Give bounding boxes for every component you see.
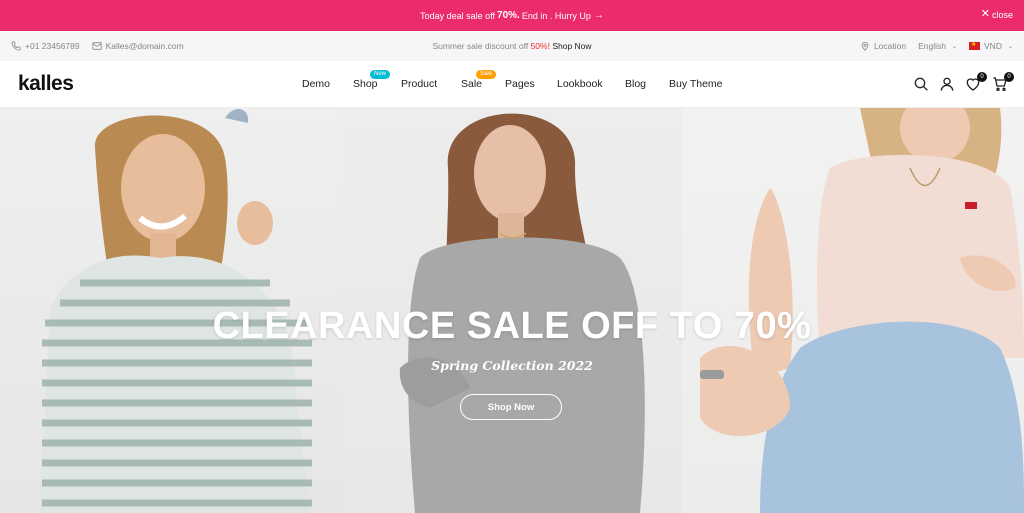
phone-icon bbox=[11, 41, 21, 51]
search-button[interactable] bbox=[913, 76, 929, 92]
hero-title: CLEARANCE SALE OFF TO 70% bbox=[212, 305, 812, 347]
levis-tag bbox=[965, 202, 977, 209]
shop-now-link[interactable]: Shop Now bbox=[552, 41, 591, 51]
mail-icon bbox=[92, 42, 102, 50]
site-header: kalles Demo Shop New Product Sale Sale P… bbox=[0, 61, 1024, 108]
promo-text-end: End in . Hurry Up bbox=[521, 10, 591, 21]
wishlist-count: 0 bbox=[977, 72, 987, 82]
close-label: close bbox=[991, 9, 1013, 20]
nav-item-shop[interactable]: Shop bbox=[353, 78, 378, 90]
language-value: English bbox=[918, 41, 946, 51]
nav-item-sale[interactable]: Sale bbox=[461, 78, 482, 90]
arrow-right-icon[interactable]: → bbox=[594, 10, 604, 21]
email-contact[interactable]: Kalles@domain.com bbox=[92, 41, 184, 51]
promo-close-button[interactable]: ✕ close bbox=[981, 9, 1013, 20]
chevron-down-icon: ⌄ bbox=[951, 43, 958, 50]
hero-subtitle: Spring Collection 2022 bbox=[431, 358, 593, 373]
location-link[interactable]: Location bbox=[860, 41, 906, 51]
announcement-percent: 50%! bbox=[530, 41, 550, 51]
phone-contact[interactable]: +01 23456789 bbox=[11, 41, 80, 51]
promo-text: Today deal sale off bbox=[420, 10, 496, 21]
info-bar: Summer sale discount off 50%! Shop Now +… bbox=[0, 31, 1024, 61]
hero-slider[interactable]: CLEARANCE SALE OFF TO 70% Spring Collect… bbox=[0, 108, 1024, 513]
language-selector[interactable]: English ⌄ bbox=[918, 41, 957, 51]
promo-highlight: 70%. bbox=[497, 10, 520, 21]
announcement-text: Summer sale discount off bbox=[432, 41, 529, 51]
shop-now-button[interactable]: Shop Now bbox=[460, 394, 562, 420]
sale-badge: Sale bbox=[476, 70, 497, 79]
user-icon bbox=[940, 77, 954, 91]
nav-item-product[interactable]: Product bbox=[401, 78, 437, 90]
vietnam-flag-icon bbox=[969, 41, 981, 50]
currency-selector[interactable]: VND ⌄ bbox=[969, 41, 1013, 51]
location-pin-icon bbox=[861, 41, 869, 51]
nav-item-pages[interactable]: Pages bbox=[505, 78, 535, 90]
search-icon bbox=[914, 77, 928, 91]
phone-number: +01 23456789 bbox=[25, 41, 80, 51]
wishlist-button[interactable]: 0 bbox=[965, 72, 987, 92]
new-badge: New bbox=[370, 70, 391, 79]
account-button[interactable] bbox=[939, 76, 955, 92]
cart-button[interactable]: 0 bbox=[992, 72, 1014, 92]
nav-item-buy-theme[interactable]: Buy Theme bbox=[669, 78, 723, 90]
email-address: Kalles@domain.com bbox=[105, 41, 184, 51]
chevron-down-icon: ⌄ bbox=[1007, 43, 1013, 50]
cart-count: 0 bbox=[1004, 72, 1014, 82]
nav-item-blog[interactable]: Blog bbox=[625, 78, 646, 90]
nav-item-lookbook[interactable]: Lookbook bbox=[557, 78, 603, 90]
location-label: Location bbox=[873, 41, 907, 51]
currency-value: VND bbox=[984, 41, 1002, 51]
main-nav: Demo Shop New Product Sale Sale Pages Lo… bbox=[0, 61, 1024, 108]
close-icon: ✕ bbox=[980, 8, 990, 20]
nav-item-demo[interactable]: Demo bbox=[302, 78, 330, 90]
promo-bar: Today deal sale off 70%. End in . Hurry … bbox=[0, 0, 1024, 31]
